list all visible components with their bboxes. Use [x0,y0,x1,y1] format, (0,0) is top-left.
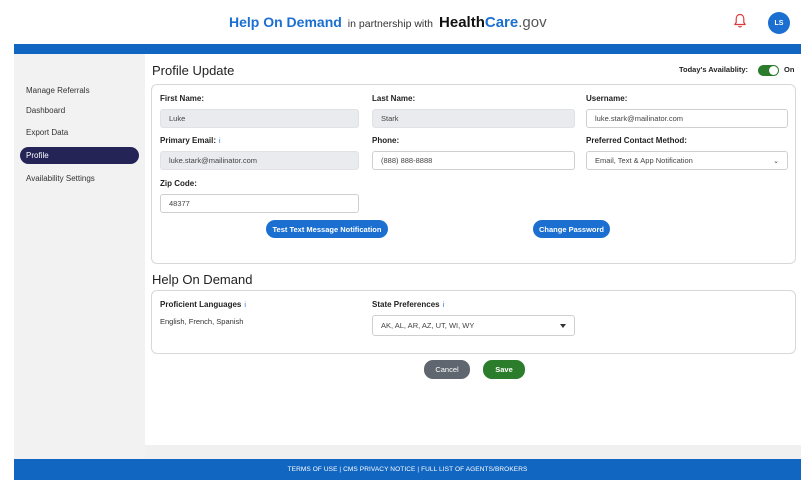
phone-label: Phone: [372,136,400,145]
toggle-knob [769,66,778,75]
bell-icon[interactable] [733,13,747,29]
sidebar-item-availability-settings[interactable]: Availability Settings [20,170,139,187]
sidebar-item-dashboard[interactable]: Dashboard [20,102,139,119]
availability-toggle[interactable] [758,65,779,76]
primary-email-label: Primary Email: i [160,136,221,145]
username-field[interactable]: luke.stark@mailinator.com [586,109,788,128]
state-preferences-value: AK, AL, AR, AZ, UT, WI, WY [381,321,475,330]
zip-code-field[interactable]: 48377 [160,194,359,213]
help-on-demand-title: Help On Demand [152,272,253,287]
chevron-down-icon: ⌄ [773,158,779,165]
phone-field[interactable]: (888) 888-8888 [372,151,575,170]
last-name-label: Last Name: [372,94,416,103]
page-title: Profile Update [152,63,235,78]
contact-method-label: Preferred Contact Method: [586,136,687,145]
app-header: Help On Demand in partnership with Healt… [0,0,801,44]
info-icon[interactable]: i [443,302,445,309]
state-preferences-select[interactable]: AK, AL, AR, AZ, UT, WI, WY [372,315,575,336]
brand-logo[interactable]: Help On Demand in partnership with Healt… [229,14,547,31]
availability-label: Today's Availablity: [679,65,749,74]
username-label: Username: [586,94,628,103]
sidebar: Manage Referrals Dashboard Export Data P… [14,54,145,459]
languages-label: Proficient Languages i [160,300,246,309]
healthcare-gov-logo: HealthCare.gov [439,14,547,31]
avatar[interactable]: LS [768,12,790,34]
primary-email-field: luke.stark@mailinator.com [160,151,359,170]
change-password-button[interactable]: Change Password [533,220,610,238]
sidebar-item-manage-referrals[interactable]: Manage Referrals [20,82,139,99]
info-icon[interactable]: i [219,138,221,145]
languages-value: English, French, Spanish [160,317,244,326]
content-bottom-strip [145,445,801,459]
info-icon[interactable]: i [244,302,246,309]
footer-links[interactable]: TERMS OF USE | CMS PRIVACY NOTICE | FULL… [14,459,801,480]
contact-method-select[interactable]: Email, Text & App Notification ⌄ [586,151,788,170]
first-name-field: Luke [160,109,359,128]
test-notification-button[interactable]: Test Text Message Notification [266,220,388,238]
top-accent-bar [14,44,801,54]
last-name-field: Stark [372,109,575,128]
first-name-label: First Name: [160,94,205,103]
sidebar-item-export-data[interactable]: Export Data [20,124,139,141]
state-preferences-label: State Preferences i [372,300,445,309]
cancel-button[interactable]: Cancel [424,360,470,379]
caret-down-icon [560,324,566,328]
contact-method-value: Email, Text & App Notification [595,156,693,165]
availability-state: On [784,65,795,74]
brand-title: Help On Demand [229,14,342,30]
sidebar-item-profile[interactable]: Profile [20,147,139,164]
save-button[interactable]: Save [483,360,525,379]
brand-partner-text: in partnership with [347,18,434,30]
zip-code-label: Zip Code: [160,179,197,188]
